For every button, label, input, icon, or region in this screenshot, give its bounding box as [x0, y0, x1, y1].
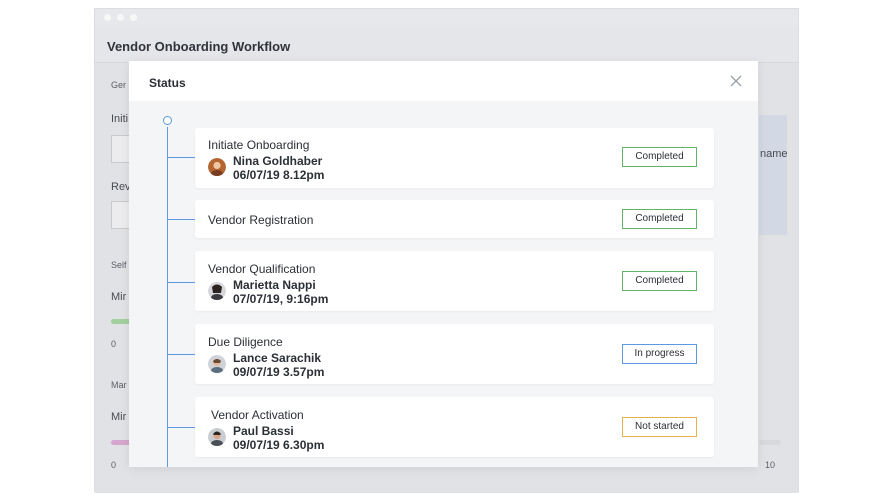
status-badge: Completed	[622, 271, 697, 291]
avatar	[208, 355, 226, 373]
window-dot	[117, 14, 124, 21]
assignee-name: Lance Sarachik	[233, 351, 322, 365]
timestamp: 07/07/19, 9:16pm	[233, 292, 329, 306]
avatar	[208, 158, 226, 176]
timeline-connector	[168, 157, 195, 158]
bg-label: Rev	[111, 181, 131, 193]
bg-label: 0	[111, 460, 117, 470]
avatar	[208, 282, 226, 300]
modal-title: Status	[149, 76, 186, 90]
modal-header: Status	[129, 61, 758, 101]
bg-label: Initi	[111, 113, 129, 125]
step-name: Vendor Activation	[211, 408, 304, 422]
window-dot	[130, 14, 137, 21]
window-dot	[104, 14, 111, 21]
timestamp: 06/07/19 8.12pm	[233, 168, 325, 182]
bg-label: Mir	[111, 411, 127, 423]
window-titlebar	[95, 9, 798, 27]
assignee-name: Marietta Nappi	[233, 278, 316, 292]
bg-label: name	[760, 148, 788, 160]
close-icon	[730, 75, 742, 87]
timeline-connector	[168, 282, 195, 283]
bg-label: 0	[111, 339, 117, 349]
status-badge: Not started	[622, 417, 697, 437]
timeline-start-marker	[163, 116, 172, 125]
bg-slider	[111, 440, 131, 445]
bg-label: Ger	[111, 80, 127, 90]
bg-panel	[759, 115, 787, 235]
timeline-connector	[168, 427, 195, 428]
bg-slider	[111, 319, 131, 324]
bg-label: Mir	[111, 291, 127, 303]
avatar	[208, 428, 226, 446]
timestamp: 09/07/19 6.30pm	[233, 438, 325, 452]
timeline-connector	[168, 219, 195, 220]
close-button[interactable]	[728, 73, 744, 89]
bg-label: Self	[111, 260, 127, 270]
step-card-vendor-qualification[interactable]: Vendor Qualification Marietta Nappi 07/0…	[195, 251, 714, 311]
bg-label: 10	[765, 460, 776, 470]
step-card-initiate-onboarding[interactable]: Initiate Onboarding Nina Goldhaber 06/07…	[195, 128, 714, 188]
status-badge: Completed	[622, 209, 697, 229]
timeline-connector	[168, 354, 195, 355]
step-card-vendor-registration[interactable]: Vendor Registration Completed	[195, 200, 714, 238]
app-header: Vendor Onboarding Workflow	[95, 27, 798, 63]
bg-slider	[759, 440, 781, 445]
status-badge: Completed	[622, 147, 697, 167]
timestamp: 09/07/19 3.57pm	[233, 365, 325, 379]
timeline-line	[167, 127, 168, 467]
status-badge: In progress	[622, 344, 697, 364]
step-card-vendor-activation[interactable]: Vendor Activation Paul Bassi 09/07/19 6.…	[195, 397, 714, 457]
bg-label: Mar	[111, 380, 127, 390]
step-name: Vendor Qualification	[208, 262, 316, 276]
status-modal: Status Initiate Onboarding Nina Goldhabe…	[129, 61, 758, 467]
step-name: Due Diligence	[208, 335, 283, 349]
app-title: Vendor Onboarding Workflow	[107, 39, 291, 54]
step-name: Vendor Registration	[208, 213, 314, 227]
step-name: Initiate Onboarding	[208, 138, 310, 152]
assignee-name: Paul Bassi	[233, 424, 294, 438]
step-card-due-diligence[interactable]: Due Diligence Lance Sarachik 09/07/19 3.…	[195, 324, 714, 384]
assignee-name: Nina Goldhaber	[233, 154, 323, 168]
